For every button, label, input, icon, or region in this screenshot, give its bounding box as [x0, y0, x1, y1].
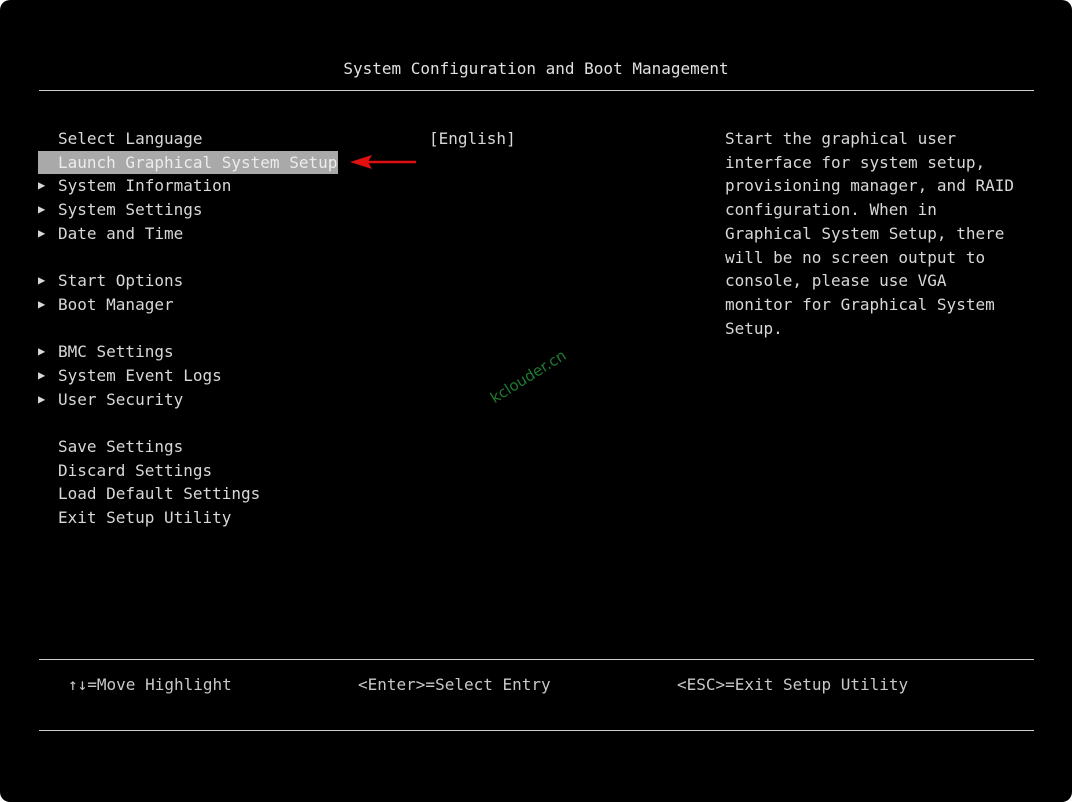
menu-item-start-options[interactable]: ▶ Start Options: [38, 269, 438, 293]
menu-item-label: Select Language: [58, 129, 203, 148]
menu-spacer: [38, 317, 438, 341]
menu-item-save-settings[interactable]: Save Settings: [38, 435, 438, 459]
menu-item-boot-manager[interactable]: ▶ Boot Manager: [38, 293, 438, 317]
page-title: System Configuration and Boot Management: [343, 59, 729, 78]
bios-screen: System Configuration and Boot Management…: [0, 0, 1072, 802]
menu-item-label: Load Default Settings: [58, 484, 261, 504]
footer-move-hint: ↑↓=Move Highlight: [68, 675, 232, 694]
footer-select-hint: <Enter>=Select Entry: [358, 675, 551, 694]
menu-item-user-security[interactable]: ▶ User Security: [38, 388, 438, 412]
triangle-right-icon: ▶: [38, 391, 46, 406]
menu-item-system-settings[interactable]: ▶ System Settings: [38, 198, 438, 222]
menu-item-label: Start Options: [58, 271, 184, 291]
menu-item-exit-setup-utility[interactable]: Exit Setup Utility: [38, 506, 438, 530]
menu-spacer: [38, 411, 438, 435]
language-value[interactable]: [English]: [429, 127, 516, 151]
triangle-right-icon: ▶: [38, 225, 46, 240]
footer-divider-bottom: [39, 730, 1034, 731]
menu-item-discard-settings[interactable]: Discard Settings: [38, 459, 438, 483]
footer-divider-top: [39, 659, 1034, 660]
menu-item-label: BMC Settings: [58, 342, 174, 362]
footer-hints: ↑↓=Move Highlight <Enter>=Select Entry <…: [0, 673, 1072, 697]
triangle-right-icon: ▶: [38, 202, 46, 217]
menu-item-label: User Security: [58, 389, 184, 409]
triangle-right-icon: ▶: [38, 344, 46, 359]
menu-item-load-default-settings[interactable]: Load Default Settings: [38, 482, 438, 506]
menu-item-label: System Information: [58, 176, 232, 196]
menu-item-label: System Settings: [58, 200, 203, 220]
menu-item-date-and-time[interactable]: ▶ Date and Time: [38, 222, 438, 246]
menu-item-select-language[interactable]: Select Language: [38, 127, 438, 151]
menu-item-label: Discard Settings: [58, 460, 213, 480]
triangle-right-icon: ▶: [38, 367, 46, 382]
menu-item-label: Exit Setup Utility: [58, 508, 232, 527]
footer-exit-hint: <ESC>=Exit Setup Utility: [677, 675, 909, 694]
triangle-right-icon: ▶: [38, 296, 46, 311]
menu-item-label: Save Settings: [58, 436, 184, 456]
triangle-right-icon: ▶: [38, 273, 46, 288]
menu-item-label: Date and Time: [58, 223, 184, 243]
menu-item-label: System Event Logs: [58, 365, 222, 385]
menu-item-bmc-settings[interactable]: ▶ BMC Settings: [38, 340, 438, 364]
menu-spacer: [38, 245, 438, 269]
help-text: Start the graphical user interface for s…: [725, 129, 1014, 338]
red-arrow-icon: [350, 155, 416, 169]
watermark: kclouder.cn: [487, 346, 570, 407]
menu-item-label: Launch Graphical System Setup: [38, 150, 339, 175]
menu-item-label: Boot Manager: [58, 294, 174, 314]
triangle-right-icon: ▶: [38, 178, 46, 193]
setup-menu: Select Language Launch Graphical System …: [38, 127, 438, 530]
menu-item-system-information[interactable]: ▶ System Information: [38, 174, 438, 198]
header-divider: [39, 90, 1034, 91]
menu-item-system-event-logs[interactable]: ▶ System Event Logs: [38, 364, 438, 388]
